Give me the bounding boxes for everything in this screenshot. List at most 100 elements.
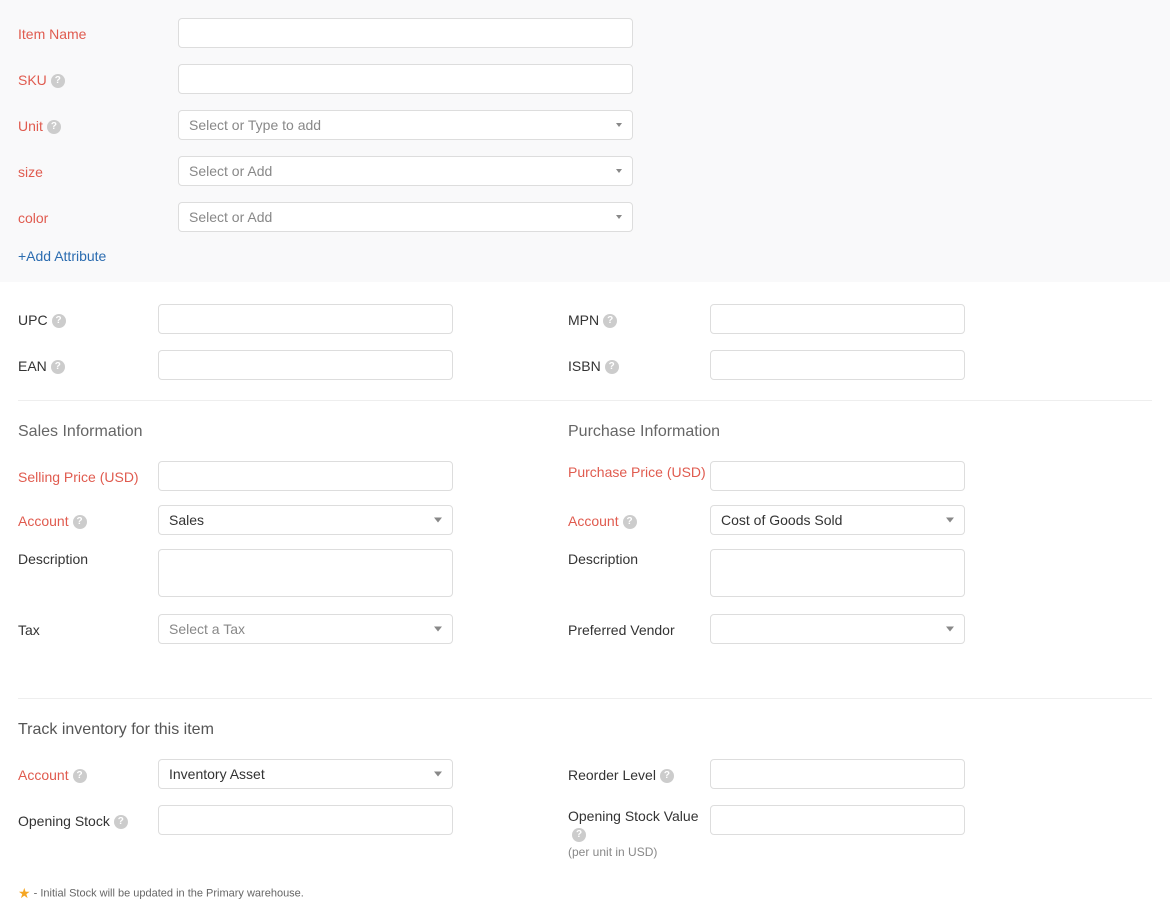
color-placeholder: Select or Add: [189, 209, 272, 225]
selling-price-input[interactable]: [158, 461, 453, 491]
chevron-down-icon: [946, 627, 954, 632]
inventory-footer-note: ★ - Initial Stock will be updated in the…: [18, 885, 1152, 902]
tax-label: Tax: [18, 620, 158, 638]
inventory-section: Track inventory for this item Account In…: [0, 699, 1170, 912]
unit-select[interactable]: Select or Type to add: [178, 110, 633, 140]
upc-input[interactable]: [158, 304, 453, 334]
help-icon[interactable]: [51, 360, 65, 374]
preferred-vendor-select[interactable]: [710, 614, 965, 644]
purchase-price-label: Purchase Price (USD): [568, 461, 710, 481]
isbn-row: ISBN: [568, 350, 1038, 380]
chevron-down-icon: [616, 215, 622, 219]
inventory-account-row: Account Inventory Asset: [18, 759, 488, 789]
purchase-description-row: Description: [568, 549, 1038, 600]
purchase-account-select[interactable]: Cost of Goods Sold: [710, 505, 965, 535]
inventory-account-value: Inventory Asset: [169, 766, 265, 782]
help-icon[interactable]: [114, 815, 128, 829]
reorder-level-label: Reorder Level: [568, 765, 710, 783]
sales-title: Sales Information: [18, 423, 488, 441]
help-icon[interactable]: [603, 314, 617, 328]
chevron-down-icon: [434, 627, 442, 632]
ean-row: EAN: [18, 350, 488, 380]
purchase-price-input[interactable]: [710, 461, 965, 491]
help-icon[interactable]: [660, 769, 674, 783]
selling-price-label: Selling Price (USD): [18, 467, 158, 485]
sales-description-input[interactable]: [158, 549, 453, 597]
opening-stock-value-sub: (per unit in USD): [568, 845, 710, 861]
upc-label-text: UPC: [18, 312, 48, 328]
purchase-price-row: Purchase Price (USD): [568, 461, 1038, 491]
add-attribute-link[interactable]: +Add Attribute: [18, 248, 1152, 264]
sku-label: SKU: [18, 70, 178, 88]
ean-input[interactable]: [158, 350, 453, 380]
inventory-account-select[interactable]: Inventory Asset: [158, 759, 453, 789]
item-name-input[interactable]: [178, 18, 633, 48]
tax-placeholder: Select a Tax: [169, 621, 245, 637]
isbn-label: ISBN: [568, 356, 710, 374]
unit-placeholder: Select or Type to add: [189, 117, 321, 133]
help-icon[interactable]: [73, 515, 87, 529]
opening-stock-value-input[interactable]: [710, 805, 965, 835]
sales-purchase-section: Sales Information Selling Price (USD) Ac…: [0, 401, 1170, 668]
color-label: color: [18, 208, 178, 226]
help-icon[interactable]: [73, 769, 87, 783]
opening-stock-input[interactable]: [158, 805, 453, 835]
chevron-down-icon: [946, 518, 954, 523]
sales-description-label: Description: [18, 549, 158, 567]
mpn-label: MPN: [568, 310, 710, 328]
ean-label: EAN: [18, 356, 158, 374]
size-placeholder: Select or Add: [189, 163, 272, 179]
opening-stock-value-label: Opening Stock Value (per unit in USD): [568, 805, 710, 861]
item-name-row: Item Name: [18, 18, 1152, 48]
inventory-account-label: Account: [18, 765, 158, 783]
help-icon[interactable]: [47, 120, 61, 134]
purchase-title: Purchase Information: [568, 423, 1038, 441]
star-icon: ★: [18, 885, 31, 901]
sales-account-select[interactable]: Sales: [158, 505, 453, 535]
mpn-row: MPN: [568, 304, 1038, 334]
item-attributes-section: Item Name SKU Unit Select or Type to add…: [0, 0, 1170, 282]
unit-label-text: Unit: [18, 118, 43, 134]
color-row: color Select or Add: [18, 202, 1152, 232]
inventory-footer-text: - Initial Stock will be updated in the P…: [31, 887, 304, 899]
mpn-label-text: MPN: [568, 312, 599, 328]
sales-account-value: Sales: [169, 512, 204, 528]
help-icon[interactable]: [51, 74, 65, 88]
help-icon[interactable]: [572, 828, 586, 842]
purchase-account-row: Account Cost of Goods Sold: [568, 505, 1038, 535]
color-select[interactable]: Select or Add: [178, 202, 633, 232]
size-label: size: [18, 162, 178, 180]
opening-stock-value-row: Opening Stock Value (per unit in USD): [568, 805, 1038, 861]
purchase-description-label: Description: [568, 549, 710, 567]
tax-row: Tax Select a Tax: [18, 614, 488, 644]
help-icon[interactable]: [605, 360, 619, 374]
purchase-account-value: Cost of Goods Sold: [721, 512, 842, 528]
help-icon[interactable]: [623, 515, 637, 529]
reorder-level-input[interactable]: [710, 759, 965, 789]
item-name-label: Item Name: [18, 24, 178, 42]
size-row: size Select or Add: [18, 156, 1152, 186]
opening-stock-label-text: Opening Stock: [18, 813, 110, 829]
ean-label-text: EAN: [18, 358, 47, 374]
chevron-down-icon: [434, 518, 442, 523]
tax-select[interactable]: Select a Tax: [158, 614, 453, 644]
preferred-vendor-row: Preferred Vendor: [568, 614, 1038, 644]
preferred-vendor-label: Preferred Vendor: [568, 620, 710, 638]
isbn-input[interactable]: [710, 350, 965, 380]
sku-row: SKU: [18, 64, 1152, 94]
sku-input[interactable]: [178, 64, 633, 94]
size-select[interactable]: Select or Add: [178, 156, 633, 186]
isbn-label-text: ISBN: [568, 358, 601, 374]
purchase-description-input[interactable]: [710, 549, 965, 597]
purchase-account-label: Account: [568, 511, 710, 529]
opening-stock-label: Opening Stock: [18, 811, 158, 829]
opening-stock-value-label-text: Opening Stock Value: [568, 808, 699, 824]
upc-row: UPC: [18, 304, 488, 334]
help-icon[interactable]: [52, 314, 66, 328]
mpn-input[interactable]: [710, 304, 965, 334]
sales-account-row: Account Sales: [18, 505, 488, 535]
sales-description-row: Description: [18, 549, 488, 600]
sales-account-label-text: Account: [18, 513, 69, 529]
chevron-down-icon: [616, 123, 622, 127]
selling-price-row: Selling Price (USD): [18, 461, 488, 491]
